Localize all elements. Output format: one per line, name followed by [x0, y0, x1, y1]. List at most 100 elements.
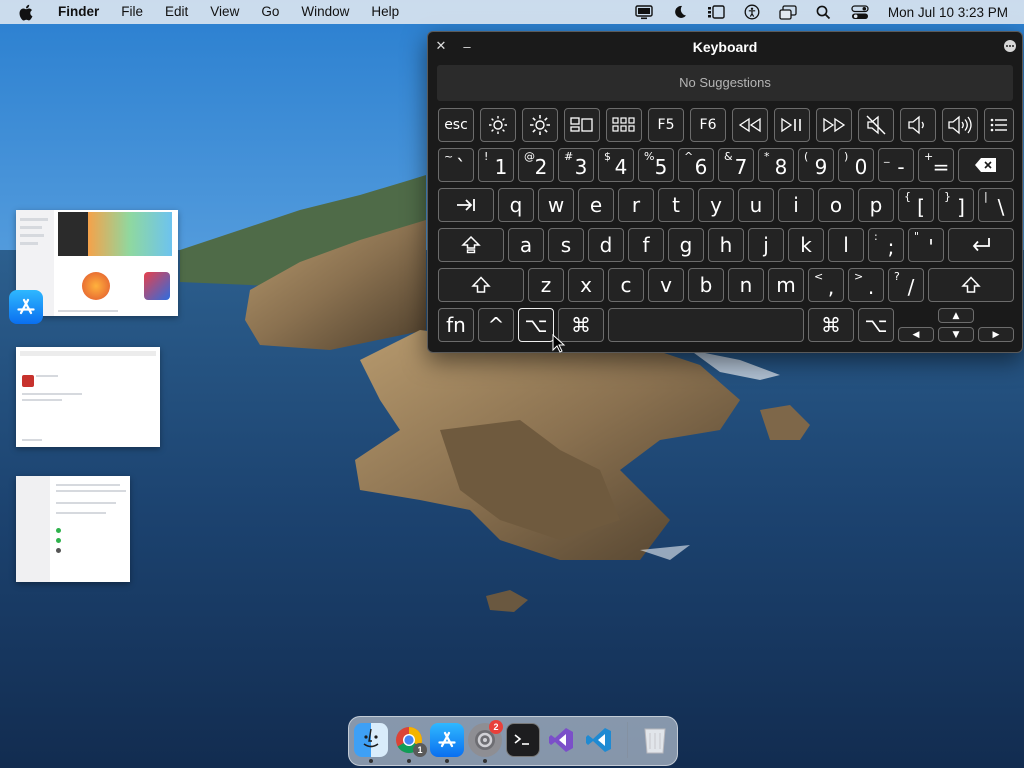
- minimize-icon[interactable]: –: [460, 39, 474, 54]
- key-i[interactable]: i: [778, 188, 814, 222]
- key-s[interactable]: s: [548, 228, 584, 262]
- key-n[interactable]: n: [728, 268, 764, 302]
- menu-view[interactable]: View: [199, 0, 250, 24]
- key-o[interactable]: o: [818, 188, 854, 222]
- key-y[interactable]: y: [698, 188, 734, 222]
- key-f5[interactable]: F5: [648, 108, 684, 142]
- key-l[interactable]: l: [828, 228, 864, 262]
- arrow-up-icon[interactable]: ▲: [938, 308, 974, 323]
- menu-edit[interactable]: Edit: [154, 0, 199, 24]
- left-shift-icon[interactable]: [438, 268, 524, 302]
- key-7[interactable]: & 7: [718, 148, 754, 182]
- key-equals[interactable]: + =: [918, 148, 954, 182]
- key-e[interactable]: e: [578, 188, 614, 222]
- list-icon[interactable]: [984, 108, 1014, 142]
- vscode-icon[interactable]: [582, 723, 616, 757]
- menu-help[interactable]: Help: [360, 0, 410, 24]
- key-f6[interactable]: F6: [690, 108, 726, 142]
- menu-window[interactable]: Window: [290, 0, 360, 24]
- key-j[interactable]: j: [748, 228, 784, 262]
- key-option-right[interactable]: ⌥: [858, 308, 894, 342]
- mission-control-icon[interactable]: [564, 108, 600, 142]
- finder-icon[interactable]: [354, 723, 388, 757]
- key-right-bracket[interactable]: }]: [938, 188, 974, 222]
- fast-forward-icon[interactable]: [816, 108, 852, 142]
- key-g[interactable]: g: [668, 228, 704, 262]
- arrow-left-icon[interactable]: ◀: [898, 327, 934, 342]
- search-icon[interactable]: [814, 3, 834, 21]
- moon-icon[interactable]: [670, 3, 690, 21]
- stage-thumbnail-window-3[interactable]: [16, 476, 130, 582]
- key-w[interactable]: w: [538, 188, 574, 222]
- key-9[interactable]: (9: [798, 148, 834, 182]
- key-h[interactable]: h: [708, 228, 744, 262]
- play-pause-icon[interactable]: [774, 108, 810, 142]
- key-comma[interactable]: <,: [808, 268, 844, 302]
- key-t[interactable]: t: [658, 188, 694, 222]
- key-option-left[interactable]: ⌥: [518, 308, 554, 342]
- mute-icon[interactable]: [858, 108, 894, 142]
- key-p[interactable]: p: [858, 188, 894, 222]
- volume-down-icon[interactable]: [900, 108, 936, 142]
- key-q[interactable]: q: [498, 188, 534, 222]
- key-8[interactable]: * 8: [758, 148, 794, 182]
- key-left-bracket[interactable]: {[: [898, 188, 934, 222]
- key-period[interactable]: >.: [848, 268, 884, 302]
- menu-file[interactable]: File: [110, 0, 154, 24]
- menu-go[interactable]: Go: [250, 0, 290, 24]
- key-b[interactable]: b: [688, 268, 724, 302]
- key-backslash[interactable]: | \: [978, 188, 1014, 222]
- menu-app-name[interactable]: Finder: [48, 0, 110, 24]
- stage-thumbnail-window-2[interactable]: [16, 347, 160, 447]
- volume-up-icon[interactable]: [942, 108, 978, 142]
- key-minus[interactable]: _ -: [878, 148, 914, 182]
- trash-icon[interactable]: [638, 723, 672, 757]
- key-c[interactable]: c: [608, 268, 644, 302]
- tab-icon[interactable]: [438, 188, 494, 222]
- screen-mirroring-icon[interactable]: [778, 3, 798, 21]
- arrow-down-icon[interactable]: ▼: [938, 327, 974, 342]
- key-esc[interactable]: esc: [438, 108, 474, 142]
- rewind-icon[interactable]: [732, 108, 768, 142]
- apple-menu-icon[interactable]: [16, 3, 34, 21]
- app-store-icon[interactable]: [430, 723, 464, 757]
- key-slash[interactable]: ? /: [888, 268, 924, 302]
- close-icon[interactable]: ✕: [434, 38, 448, 53]
- arrow-right-icon[interactable]: ▶: [978, 327, 1014, 342]
- key-m[interactable]: m: [768, 268, 804, 302]
- key-6[interactable]: ^ 6: [678, 148, 714, 182]
- key-backtick[interactable]: ~ `: [438, 148, 474, 182]
- more-options-icon[interactable]: [1004, 40, 1016, 52]
- key-4[interactable]: $4: [598, 148, 634, 182]
- app-store-icon[interactable]: [9, 290, 43, 324]
- control-center-icon[interactable]: [850, 3, 870, 21]
- key-1[interactable]: ! 1: [478, 148, 514, 182]
- key-5[interactable]: % 5: [638, 148, 674, 182]
- terminal-icon[interactable]: [506, 723, 540, 757]
- key-2[interactable]: @2: [518, 148, 554, 182]
- right-shift-icon[interactable]: [928, 268, 1014, 302]
- key-v[interactable]: v: [648, 268, 684, 302]
- key-control[interactable]: ^: [478, 308, 514, 342]
- launchpad-icon[interactable]: [606, 108, 642, 142]
- key-0[interactable]: ) 0: [838, 148, 874, 182]
- key-z[interactable]: z: [528, 268, 564, 302]
- display-icon[interactable]: [634, 3, 654, 21]
- key-command-right[interactable]: ⌘: [808, 308, 854, 342]
- accessibility-icon[interactable]: [742, 3, 762, 21]
- key-d[interactable]: d: [588, 228, 624, 262]
- delete-icon[interactable]: [958, 148, 1014, 182]
- menu-bar-clock[interactable]: Mon Jul 10 3:23 PM: [888, 5, 1008, 20]
- key-quote[interactable]: " ': [908, 228, 944, 262]
- key-semicolon[interactable]: :;: [868, 228, 904, 262]
- visual-studio-icon[interactable]: [544, 723, 578, 757]
- key-fn[interactable]: fn: [438, 308, 474, 342]
- key-space[interactable]: [608, 308, 804, 342]
- key-a[interactable]: a: [508, 228, 544, 262]
- caps-lock-icon[interactable]: [438, 228, 504, 262]
- key-3[interactable]: #3: [558, 148, 594, 182]
- key-x[interactable]: x: [568, 268, 604, 302]
- key-u[interactable]: u: [738, 188, 774, 222]
- key-f[interactable]: f: [628, 228, 664, 262]
- key-k[interactable]: k: [788, 228, 824, 262]
